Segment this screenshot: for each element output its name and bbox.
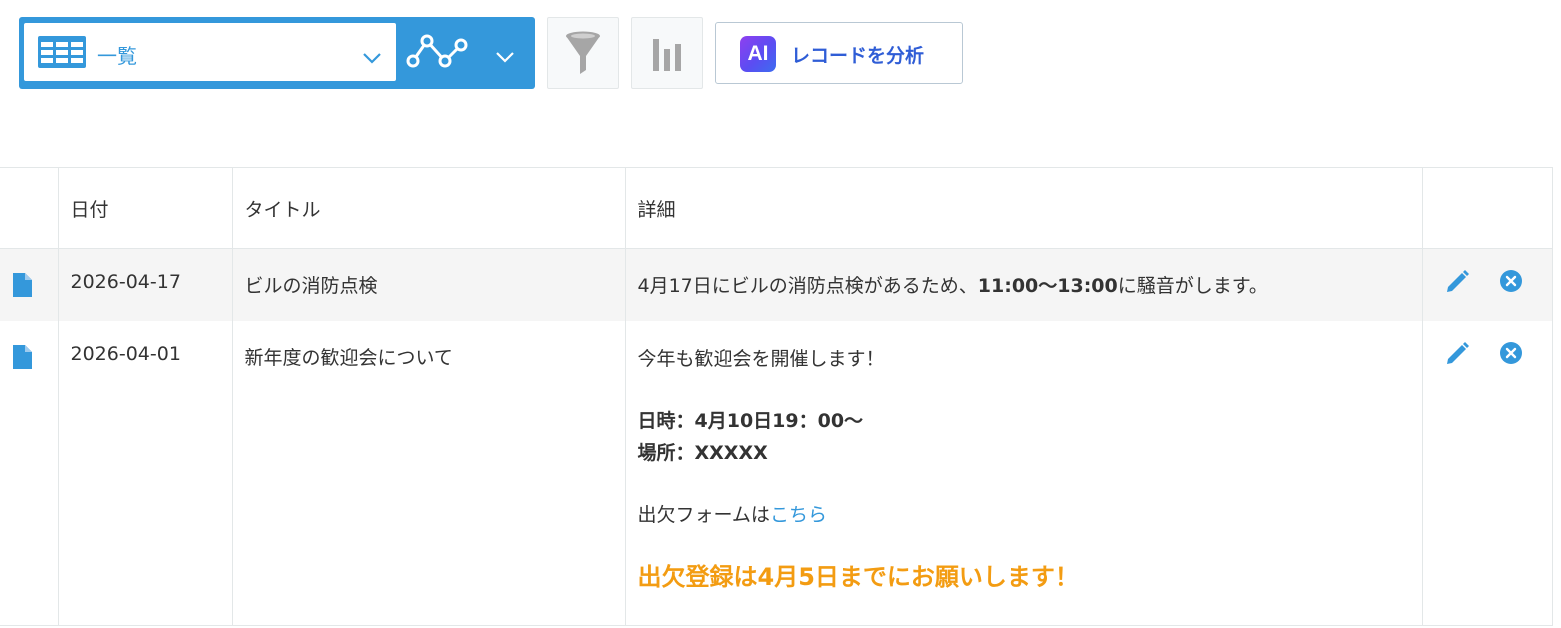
pencil-icon (1446, 270, 1469, 292)
form-link[interactable]: こちら (770, 504, 827, 526)
detail-form-text: 出欠フォームは (637, 503, 770, 526)
ai-analyze-label: レコードを分析 (791, 45, 925, 67)
grid-view-icon (37, 35, 87, 73)
chevron-down-icon (362, 49, 382, 68)
view-name-label: 一覧 (97, 44, 137, 68)
toolbar: 一覧 AI レコードを分析 (19, 17, 969, 89)
document-icon (13, 344, 32, 369)
header-actions-column (1421, 167, 1553, 249)
detail-datetime: 日時：4月10日19：00〜 (637, 409, 864, 432)
ai-icon: AI (740, 36, 776, 72)
cell-date: 2026-04-17 (57, 248, 233, 321)
ai-analyze-button[interactable]: AI レコードを分析 (715, 22, 963, 84)
record-list-table: 日付 タイトル 詳細 2026-04-17 ビルの消防点検 4月17日にビルの消… (0, 167, 1553, 626)
detail-intro: 今年も歓迎会を開催します！ (637, 347, 885, 370)
record-detail-link[interactable] (0, 248, 59, 321)
record-detail-link[interactable] (0, 320, 59, 626)
delete-button[interactable] (1499, 341, 1523, 370)
detail-notice: 出欠登録は4月5日までにお願いします！ (637, 562, 1079, 591)
close-circle-icon (1499, 270, 1522, 292)
cell-title: 新年度の歓迎会について (231, 320, 626, 626)
table-header-row: 日付 タイトル 詳細 (0, 167, 1553, 249)
bar-graph-icon (653, 39, 681, 71)
graph-chevron-down-icon[interactable] (495, 48, 515, 67)
detail-place: 場所：XXXXX (637, 441, 768, 464)
edit-button[interactable] (1445, 268, 1471, 299)
delete-button[interactable] (1499, 269, 1523, 298)
filter-funnel-icon (566, 31, 600, 74)
view-selector-group: 一覧 (19, 17, 535, 89)
filter-button[interactable] (547, 17, 619, 89)
table-row: 2026-04-17 ビルの消防点検 4月17日にビルの消防点検があるため、11… (0, 248, 1553, 321)
detail-text: 4月17日にビルの消防点検があるため、 (637, 275, 978, 297)
cell-detail: 4月17日にビルの消防点検があるため、11:00〜13:00に騒音がします。 (624, 248, 1423, 321)
header-icon-column (0, 167, 59, 249)
view-select-dropdown[interactable]: 一覧 (24, 23, 396, 81)
cell-detail: 今年も歓迎会を開催します！ 日時：4月10日19：00〜 場所：XXXXX 出欠… (624, 320, 1423, 626)
header-detail[interactable]: 詳細 (624, 167, 1423, 249)
edit-button[interactable] (1445, 340, 1471, 371)
close-circle-icon (1499, 341, 1522, 364)
graph-button[interactable] (631, 17, 703, 89)
cell-title: ビルの消防点検 (231, 248, 626, 321)
table-row: 2026-04-01 新年度の歓迎会について 今年も歓迎会を開催します！ 日時：… (0, 320, 1553, 626)
detail-time: 11:00〜13:00 (977, 275, 1118, 297)
line-graph-icon[interactable] (405, 33, 469, 77)
document-icon (13, 273, 32, 297)
header-title[interactable]: タイトル (231, 167, 626, 249)
pencil-icon (1446, 341, 1469, 364)
cell-date: 2026-04-01 (57, 320, 233, 626)
cell-actions (1421, 248, 1553, 321)
detail-text-end: に騒音がします。 (1117, 275, 1268, 297)
cell-actions (1421, 320, 1553, 626)
header-date[interactable]: 日付 (57, 167, 233, 249)
